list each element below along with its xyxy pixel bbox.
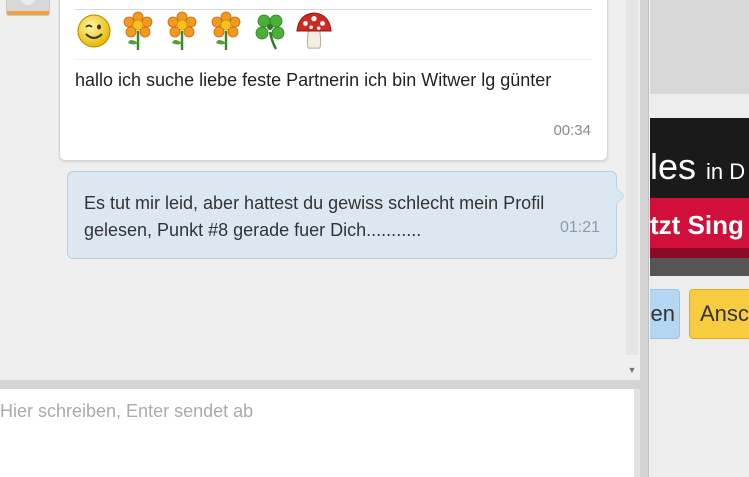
- scroll-down-arrow-icon[interactable]: ▼: [624, 362, 640, 378]
- sidebar-dark-strip: [650, 258, 749, 276]
- sidebar-yellow-button[interactable]: Ansc: [689, 289, 749, 339]
- flower-icon: [163, 11, 201, 51]
- incoming-message: hallo ich suche liebe feste Partnerin ic…: [59, 0, 608, 161]
- message-divider: [75, 59, 592, 60]
- avatar-head-icon: [21, 0, 35, 5]
- banner-cta-button[interactable]: tzt Sing: [650, 198, 749, 252]
- flower-icon: [207, 11, 245, 51]
- scrollbar-thumb[interactable]: [626, 0, 638, 355]
- incoming-message-time: 00:34: [553, 122, 591, 139]
- promo-banner[interactable]: les in D tzt Sing: [650, 118, 749, 258]
- banner-cta-shadow: [650, 248, 749, 258]
- chat-scrollbar[interactable]: [624, 0, 640, 380]
- chat-history[interactable]: hallo ich suche liebe feste Partnerin ic…: [0, 0, 640, 380]
- banner-headline-suffix: in D: [706, 159, 746, 184]
- banner-headline: les in D: [650, 146, 745, 188]
- input-edge: [634, 389, 640, 477]
- emoji-row: [75, 11, 333, 51]
- chat-input-separator[interactable]: [0, 380, 640, 389]
- bubble-tail: [616, 188, 624, 204]
- smiley-icon: [75, 11, 113, 51]
- mushroom-icon: [295, 11, 333, 51]
- outgoing-message: Es tut mir leid, aber hattest du gewiss …: [67, 171, 625, 259]
- flower-icon: [119, 11, 157, 51]
- message-divider: [75, 9, 592, 10]
- banner-headline-main: les: [650, 146, 697, 187]
- avatar-accent: [7, 11, 49, 15]
- clover-icon: [251, 11, 289, 51]
- panel-separator[interactable]: [640, 0, 649, 477]
- sidebar: les in D tzt Sing en Ansc: [650, 0, 749, 477]
- avatar[interactable]: [6, 0, 50, 16]
- sidebar-blue-button[interactable]: en: [650, 289, 680, 339]
- sidebar-header: [650, 0, 749, 94]
- outgoing-message-time: 01:21: [559, 219, 600, 236]
- message-input[interactable]: [0, 389, 634, 477]
- incoming-message-text: hallo ich suche liebe feste Partnerin ic…: [75, 70, 552, 90]
- outgoing-message-text: Es tut mir leid, aber hattest du gewiss …: [84, 193, 545, 240]
